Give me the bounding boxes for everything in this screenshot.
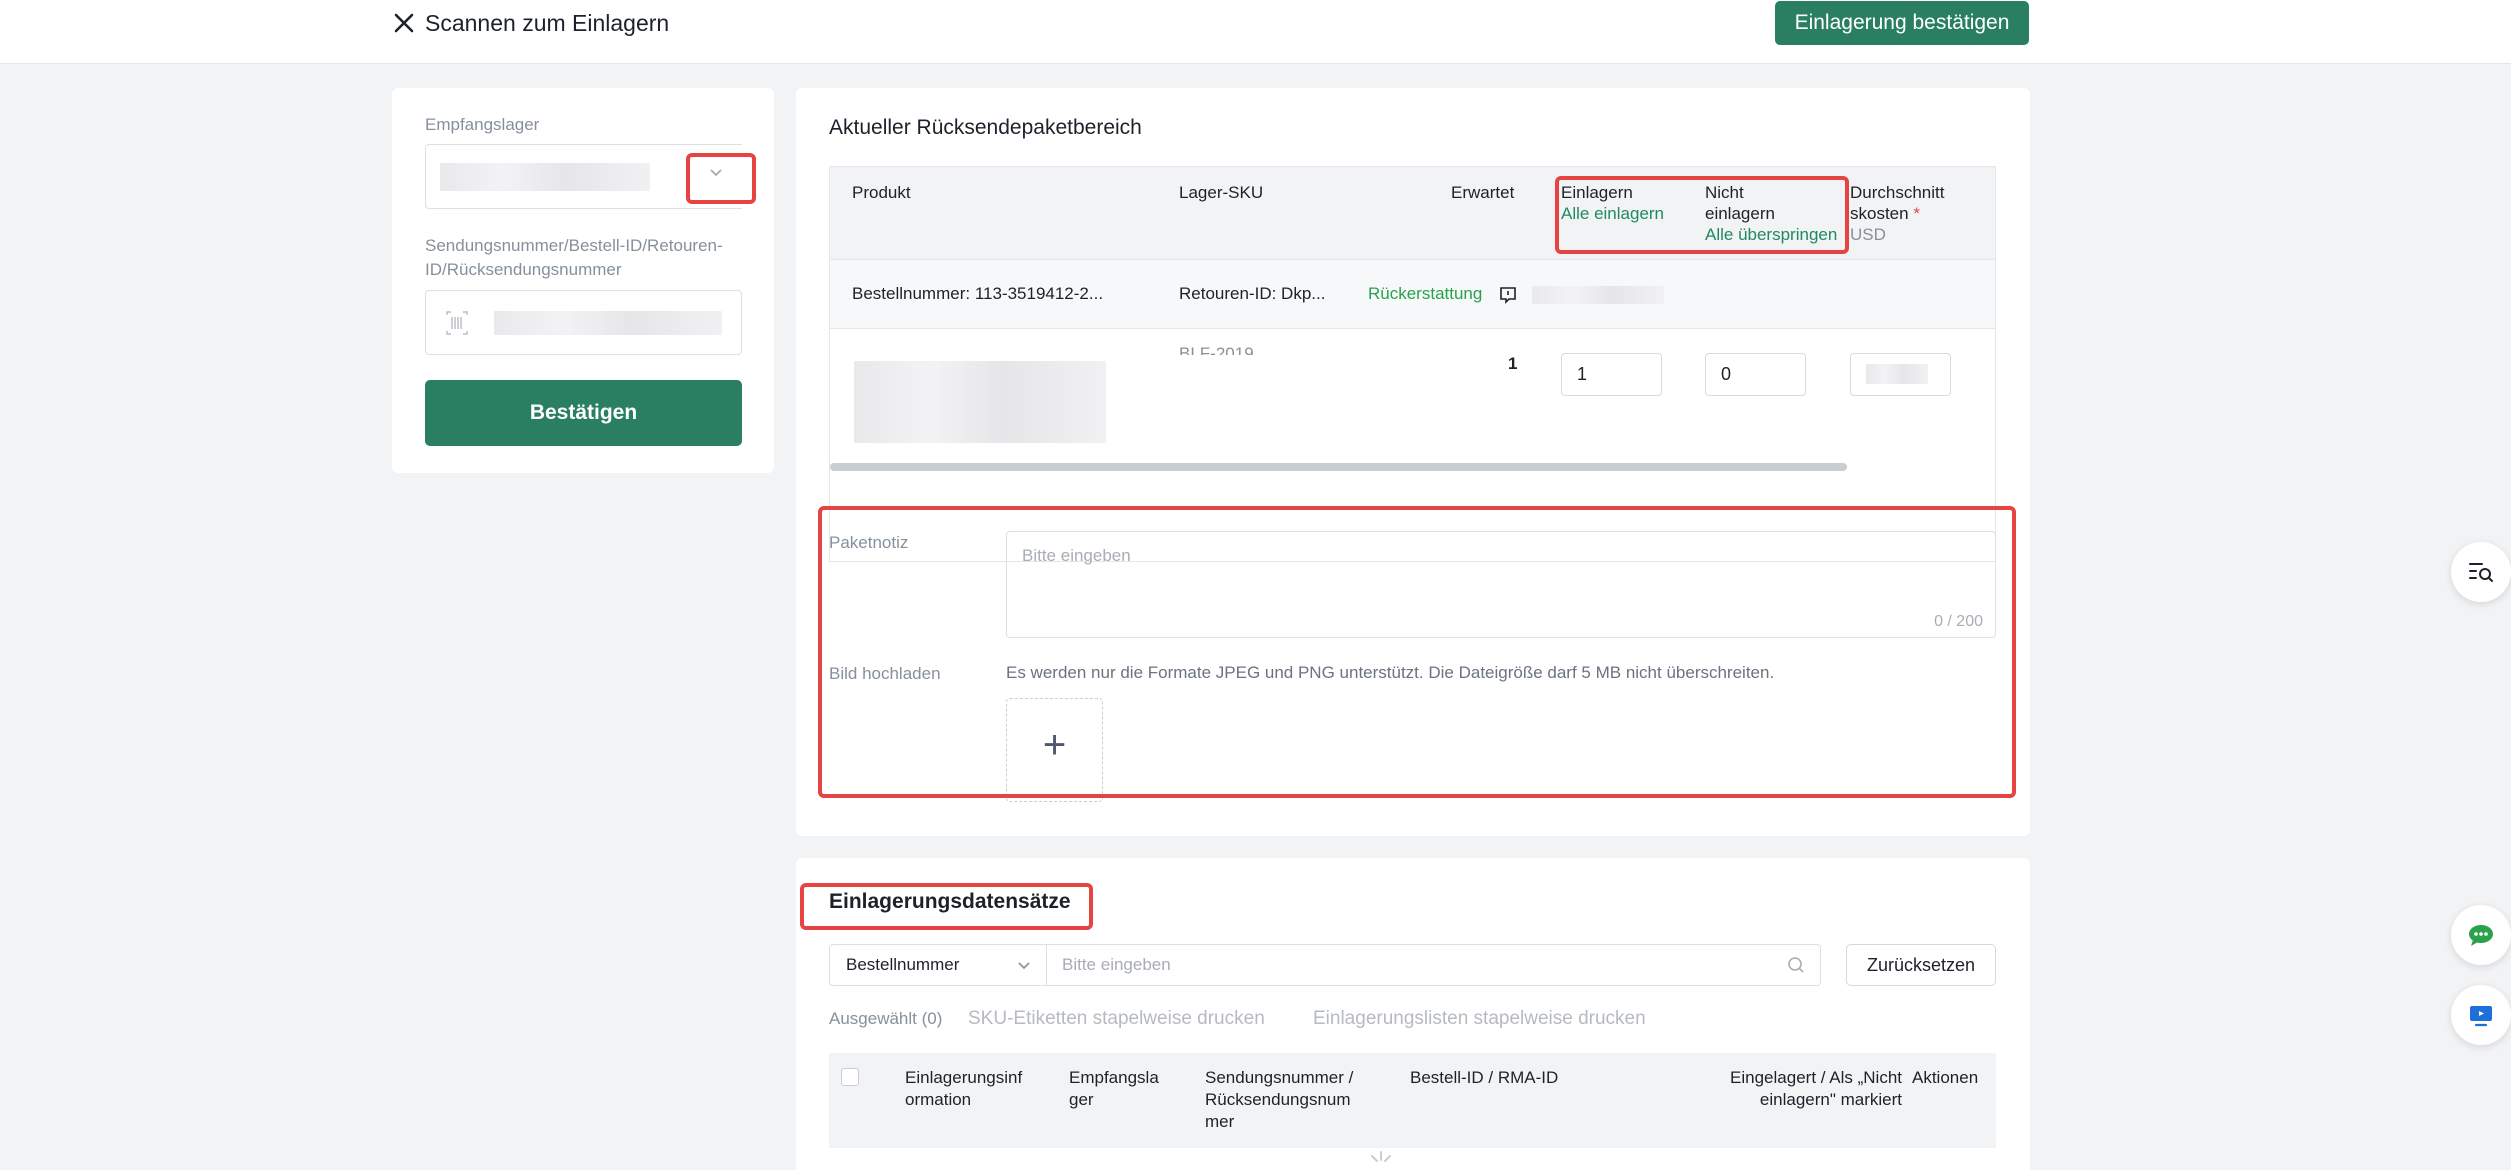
- warehouse-value-redacted: [440, 163, 650, 191]
- print-sku-labels-button[interactable]: SKU-Etiketten stapelweise drucken: [968, 1008, 1265, 1030]
- product-image-redacted: [854, 361, 1106, 443]
- chevron-down-icon[interactable]: [701, 158, 731, 188]
- item-sku: BLF-2019: [1179, 344, 1254, 355]
- order-number: Bestellnummer: 113-3519412-2...: [852, 284, 1104, 303]
- item-expected: 1: [1508, 354, 1518, 373]
- currency-label: USD: [1850, 225, 1886, 244]
- records-title: Einlagerungsdatensätze: [829, 890, 1071, 913]
- doc-search-button[interactable]: [2451, 542, 2511, 602]
- confirm-button[interactable]: Bestätigen: [425, 380, 742, 446]
- screen-share-button[interactable]: [2451, 985, 2511, 1045]
- table-scrollbar[interactable]: [830, 463, 1847, 471]
- return-id: Retouren-ID: Dkp...: [1179, 284, 1326, 303]
- col-sku: Lager-SKU: [1179, 183, 1264, 202]
- store-all-link[interactable]: Alle einlagern: [1561, 203, 1664, 224]
- print-storage-lists-button[interactable]: Einlagerungslisten stapelweise drucken: [1313, 1008, 1646, 1030]
- package-table: Produkt Lager-SKU Erwartet Einlagern All…: [829, 166, 1996, 562]
- group-value-redacted: [1532, 286, 1664, 304]
- not-store-input[interactable]: 0: [1705, 353, 1806, 396]
- chat-button[interactable]: [2451, 905, 2511, 965]
- skip-all-link[interactable]: Alle überspringen: [1705, 224, 1837, 245]
- col-store-in: Einlagern: [1561, 183, 1633, 202]
- upload-hint: Es werden nur die Formate JPEG und PNG u…: [1006, 663, 1775, 682]
- col-tracking-line3: mer: [1205, 1112, 1235, 1131]
- item-row: BLF-2019 1 1 0: [830, 329, 1995, 479]
- top-bar: Scannen zum Einlagern Einlagerung bestät…: [0, 0, 2511, 64]
- upload-label: Bild hochladen: [829, 664, 941, 683]
- records-table-header: Einlagerungsinf ormation Empfangsla ger …: [829, 1053, 1996, 1148]
- note-label: Paketnotiz: [829, 533, 909, 552]
- tracking-input[interactable]: [425, 290, 742, 355]
- refund-tag: Rückerstattung: [1368, 284, 1483, 303]
- select-all-checkbox[interactable]: [841, 1068, 859, 1086]
- warehouse-label: Empfangslager: [425, 115, 540, 134]
- tracking-label-line2: ID/Rücksendungsnummer: [425, 260, 622, 279]
- col-avg-cost-line1: Durchschnitt: [1850, 183, 1945, 202]
- col-actions: Aktionen: [1912, 1068, 1979, 1087]
- col-info-line2: ormation: [905, 1090, 972, 1109]
- col-warehouse-line1: Empfangsla: [1069, 1068, 1159, 1087]
- reset-button[interactable]: Zurücksetzen: [1846, 944, 1996, 986]
- note-placeholder: Bitte eingeben: [1022, 546, 1131, 565]
- comment-icon[interactable]: [1498, 285, 1518, 305]
- col-warehouse-line2: ger: [1069, 1090, 1094, 1109]
- warehouse-select[interactable]: [425, 144, 742, 209]
- col-stored-line2: einlagern" markiert: [1759, 1090, 1902, 1109]
- scan-icon: [444, 309, 470, 337]
- chat-icon: [2469, 925, 2493, 946]
- tracking-label-line1: Sendungsnummer/Bestell-ID/Retouren-: [425, 236, 723, 255]
- store-in-input[interactable]: 1: [1561, 353, 1662, 396]
- note-counter: 0 / 200: [1934, 613, 1983, 630]
- loading-icon: [1364, 1150, 1398, 1170]
- doc-search-icon: [2469, 563, 2493, 582]
- selected-count: Ausgewählt (0): [829, 1009, 943, 1028]
- col-tracking-line1: Sendungsnummer /: [1205, 1068, 1354, 1087]
- required-mark: *: [1913, 204, 1920, 223]
- plus-icon: +: [1042, 723, 1067, 767]
- col-info-line1: Einlagerungsinf: [905, 1068, 1023, 1087]
- avg-cost-value-redacted: [1866, 364, 1928, 384]
- note-textarea[interactable]: Bitte eingeben 0 / 200: [1006, 531, 1996, 638]
- records-search-input[interactable]: Bitte eingeben: [1046, 944, 1821, 986]
- page-title: Scannen zum Einlagern: [425, 10, 670, 36]
- col-tracking-line2: Rücksendungsnum: [1205, 1090, 1351, 1109]
- col-avg-cost-line2: skosten *: [1850, 204, 1920, 223]
- col-not-store-line1: Nicht: [1705, 183, 1744, 202]
- upload-button[interactable]: +: [1006, 698, 1103, 802]
- confirm-storage-button[interactable]: Einlagerung bestätigen: [1775, 1, 2029, 45]
- col-product: Produkt: [852, 183, 911, 202]
- monitor-icon: [2470, 1006, 2492, 1027]
- col-expected: Erwartet: [1451, 183, 1515, 202]
- scan-panel: Empfangslager Sendungsnummer/Bestell-ID/…: [392, 88, 774, 473]
- col-not-store-line2: einlagern: [1705, 204, 1775, 223]
- package-area-card: Aktueller Rücksendepaketbereich Produkt …: [796, 88, 2030, 836]
- avg-cost-input[interactable]: [1850, 353, 1951, 396]
- search-icon[interactable]: [1786, 955, 1806, 975]
- tracking-value-redacted: [494, 311, 722, 335]
- package-area-title: Aktueller Rücksendepaketbereich: [829, 116, 1142, 139]
- order-group-row: Bestellnummer: 113-3519412-2... Retouren…: [830, 259, 1995, 329]
- records-filter-select[interactable]: Bestellnummer: [829, 944, 1047, 986]
- package-table-header: Produkt Lager-SKU Erwartet Einlagern All…: [830, 167, 1995, 259]
- records-card: Einlagerungsdatensätze Bestellnummer Bit…: [796, 858, 2030, 1170]
- col-stored-line1: Eingelagert / Als „Nicht: [1730, 1068, 1902, 1087]
- chevron-down-icon: [1018, 962, 1030, 970]
- col-order-rma: Bestell-ID / RMA-ID: [1410, 1068, 1559, 1087]
- close-icon[interactable]: [389, 8, 419, 38]
